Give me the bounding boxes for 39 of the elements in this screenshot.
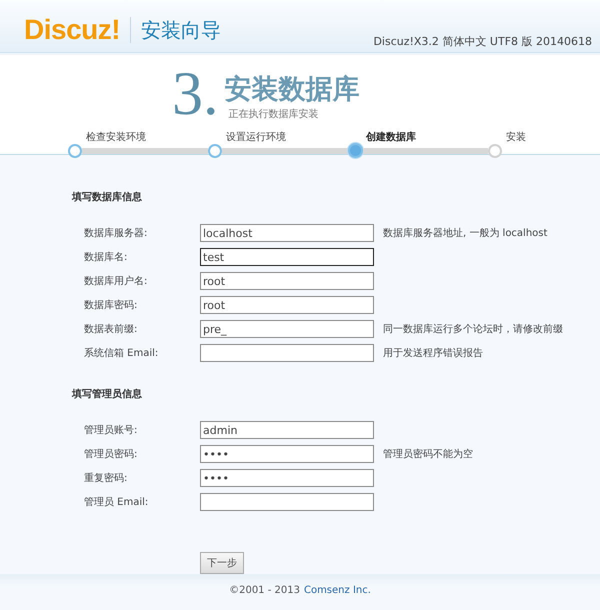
step-title: 安装数据库 <box>224 73 360 108</box>
input-field[interactable]: pre_ <box>200 320 374 338</box>
field-label: 管理员 Email: <box>84 496 150 510</box>
input-field[interactable] <box>200 344 374 362</box>
step-label: 设置运行环境 <box>226 130 287 144</box>
step-label: 创建数据库 <box>366 130 417 144</box>
step-label: 检查安装环境 <box>86 130 147 144</box>
input-field[interactable]: test <box>200 248 374 266</box>
field-label: 数据库密码: <box>84 298 138 312</box>
field-hint: 管理员密码不能为空 <box>383 448 473 462</box>
input-field[interactable]: root <box>200 296 374 314</box>
field-label: 管理员账号: <box>84 424 138 438</box>
field-label: 系统信箱 Email: <box>84 346 160 360</box>
logo: Discuz! <box>24 14 120 46</box>
next-button[interactable]: 下一步 <box>200 552 244 574</box>
field-label: 数据表前缀: <box>84 322 138 336</box>
field-hint: 用于发送程序错误报告 <box>383 346 483 360</box>
section-title: 填写管理员信息 <box>72 388 143 402</box>
copyright-text: ©2001 - 2013 <box>229 584 300 596</box>
step-number: 3. <box>172 67 218 122</box>
field-label: 数据库用户名: <box>84 274 148 288</box>
input-field[interactable]: •••• <box>200 469 374 488</box>
field-label: 数据库名: <box>84 250 128 264</box>
step-subtitle: 正在执行数据库安装 <box>228 108 320 122</box>
input-field[interactable]: admin <box>200 421 374 440</box>
field-label: 重复密码: <box>84 472 128 486</box>
section-title: 填写数据库信息 <box>72 190 143 204</box>
field-hint: 同一数据库运行多个论坛时，请修改前缀 <box>383 322 563 336</box>
step-label: 安装 <box>506 130 527 144</box>
page-title: 安装向导 <box>141 17 222 44</box>
field-label: 数据库服务器: <box>84 226 148 240</box>
input-field[interactable] <box>200 493 374 512</box>
field-label: 管理员密码: <box>84 448 138 462</box>
field-hint: 数据库服务器地址, 一般为 localhost <box>383 226 548 240</box>
input-field[interactable]: •••• <box>200 445 374 464</box>
company-link[interactable]: Comsenz Inc. <box>304 584 371 596</box>
input-field[interactable]: root <box>200 272 374 290</box>
version-text: Discuz!X3.2 简体中文 UTF8 版 20140618 <box>373 34 592 50</box>
input-field[interactable]: localhost <box>200 224 374 242</box>
